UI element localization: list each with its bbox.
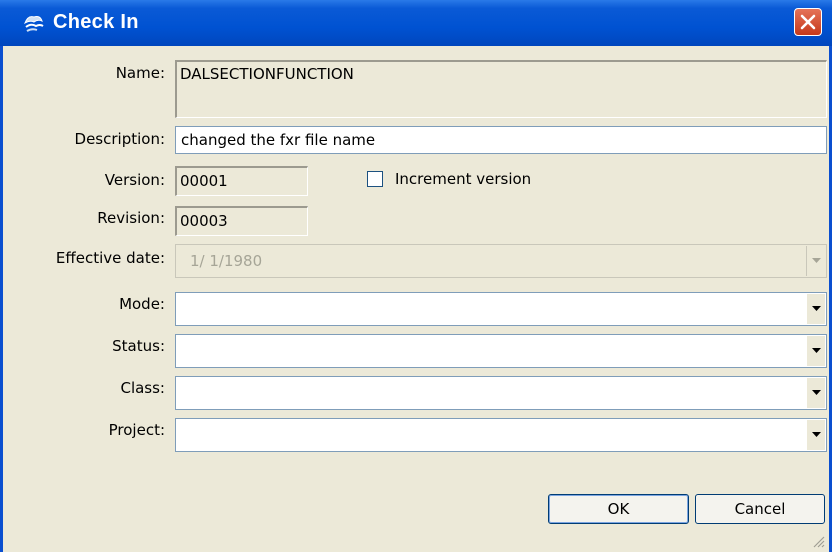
mode-select[interactable] bbox=[175, 292, 827, 326]
class-label: Class: bbox=[120, 379, 165, 397]
cancel-button[interactable]: Cancel bbox=[695, 494, 825, 524]
chevron-down-icon bbox=[812, 348, 821, 353]
close-button[interactable] bbox=[794, 8, 822, 36]
window-title: Check In bbox=[53, 11, 139, 33]
version-field: 00001 bbox=[175, 166, 308, 196]
status-label: Status: bbox=[112, 337, 165, 355]
status-select[interactable] bbox=[175, 334, 827, 368]
revision-label: Revision: bbox=[97, 209, 165, 227]
effective-date-picker: 1/ 1/1980 bbox=[175, 244, 827, 278]
resize-grip-icon[interactable] bbox=[811, 534, 825, 548]
ok-button[interactable]: OK bbox=[548, 494, 689, 524]
chevron-down-icon bbox=[812, 390, 821, 395]
project-label: Project: bbox=[108, 421, 165, 439]
check-in-app-icon bbox=[24, 16, 44, 32]
mode-label: Mode: bbox=[119, 295, 165, 313]
title-bar[interactable]: Check In bbox=[0, 0, 832, 46]
class-dropdown-button[interactable] bbox=[806, 378, 825, 408]
class-select[interactable] bbox=[175, 376, 827, 410]
revision-field: 00003 bbox=[175, 206, 308, 236]
mode-dropdown-button[interactable] bbox=[806, 294, 825, 324]
status-dropdown-button[interactable] bbox=[806, 336, 825, 366]
name-label: Name: bbox=[115, 64, 165, 82]
version-label: Version: bbox=[104, 171, 165, 189]
project-select[interactable] bbox=[175, 418, 827, 452]
project-dropdown-button[interactable] bbox=[806, 420, 825, 450]
description-label: Description: bbox=[74, 130, 165, 148]
check-in-dialog: Check In Name: DALSECTIONFUNCTION Descri… bbox=[0, 0, 832, 552]
chevron-down-icon bbox=[812, 306, 821, 311]
close-icon bbox=[800, 14, 816, 30]
dialog-body: Name: DALSECTIONFUNCTION Description: ch… bbox=[0, 46, 832, 552]
description-input[interactable]: changed the fxr file name bbox=[175, 126, 827, 154]
increment-version-checkbox[interactable] bbox=[367, 171, 383, 187]
effective-date-dropdown-button bbox=[806, 246, 825, 276]
name-field: DALSECTIONFUNCTION bbox=[175, 60, 827, 118]
chevron-down-icon bbox=[812, 258, 821, 263]
effective-date-label: Effective date: bbox=[55, 249, 165, 267]
increment-version-label: Increment version bbox=[395, 170, 532, 188]
chevron-down-icon bbox=[812, 432, 821, 437]
effective-date-value: 1/ 1/1980 bbox=[190, 252, 263, 270]
